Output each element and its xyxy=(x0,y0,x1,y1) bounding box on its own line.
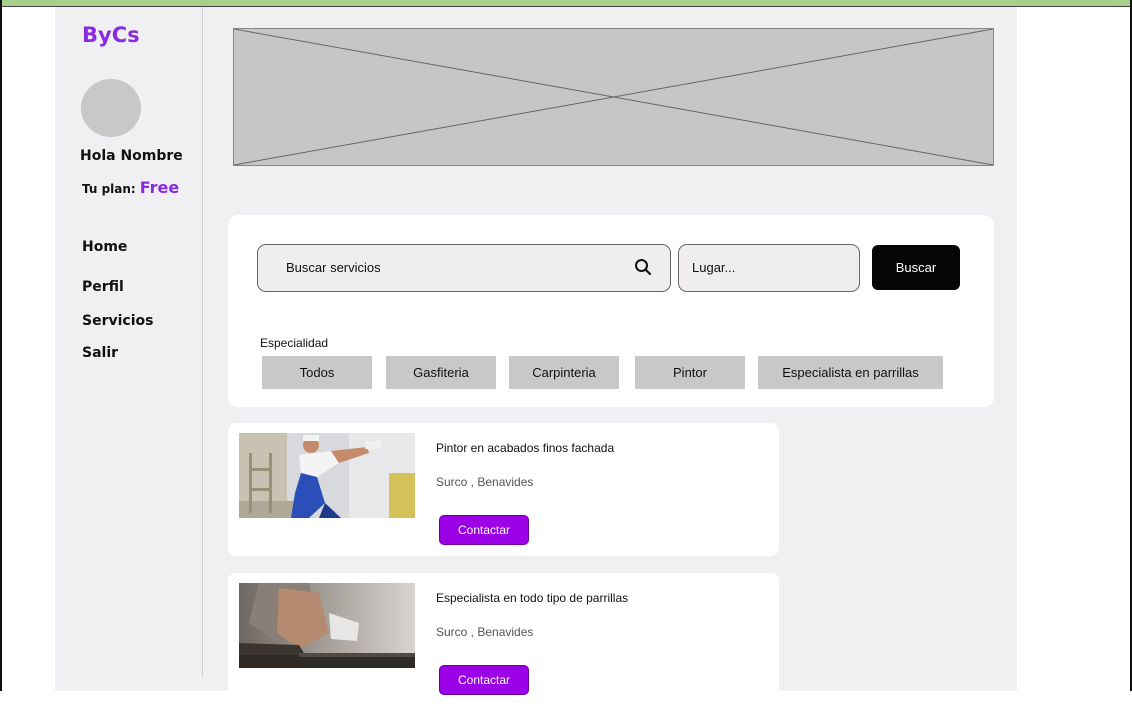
chip-gasfiteria[interactable]: Gasfiteria xyxy=(386,356,496,389)
result-title[interactable]: Pintor en acabados finos fachada xyxy=(436,441,614,455)
brand-logo[interactable]: ByCs xyxy=(82,23,140,47)
search-input[interactable]: Buscar servicios xyxy=(257,244,671,292)
chip-especialista-parrillas[interactable]: Especialista en parrillas xyxy=(758,356,943,389)
location-input-placeholder: Lugar... xyxy=(692,260,736,275)
result-location: Surco , Benavides xyxy=(436,475,534,489)
search-panel: Buscar servicios Lugar... Buscar Especia… xyxy=(228,215,994,407)
nav-item-salir[interactable]: Salir xyxy=(82,345,118,361)
avatar[interactable] xyxy=(81,79,141,137)
result-location: Surco , Benavides xyxy=(436,625,534,639)
nav-item-home[interactable]: Home xyxy=(82,239,127,255)
plan-label: Tu plan: xyxy=(82,182,136,196)
nav-item-perfil[interactable]: Perfil xyxy=(82,279,124,295)
contact-button[interactable]: Contactar xyxy=(439,515,529,545)
chip-carpinteria[interactable]: Carpinteria xyxy=(509,356,619,389)
chip-todos[interactable]: Todos xyxy=(262,356,372,389)
sidebar-divider xyxy=(202,7,203,677)
plan-info: Tu plan: Free xyxy=(82,178,179,197)
search-input-placeholder: Buscar servicios xyxy=(286,260,381,275)
image-placeholder-icon xyxy=(234,29,993,165)
nav-item-servicios[interactable]: Servicios xyxy=(82,313,153,329)
user-greeting: Hola Nombre xyxy=(80,148,183,164)
plan-value: Free xyxy=(139,178,180,197)
result-title[interactable]: Especialista en todo tipo de parrillas xyxy=(436,591,628,605)
specialty-label: Especialidad xyxy=(260,336,329,350)
result-card: Pintor en acabados finos fachada Surco ,… xyxy=(228,423,779,556)
top-border xyxy=(0,0,1132,7)
result-photo-painter[interactable] xyxy=(239,433,415,518)
chip-pintor[interactable]: Pintor xyxy=(635,356,745,389)
app-container: ByCs Hola Nombre Tu plan: Free Home Perfi… xyxy=(55,7,1017,706)
search-icon[interactable] xyxy=(634,258,652,281)
result-photo-grill[interactable] xyxy=(239,583,415,668)
location-input[interactable]: Lugar... xyxy=(678,244,860,292)
hero-banner-placeholder xyxy=(233,28,994,166)
frame-left-border xyxy=(0,0,2,691)
search-button[interactable]: Buscar xyxy=(872,245,960,290)
result-card: Especialista en todo tipo de parrillas S… xyxy=(228,573,779,706)
